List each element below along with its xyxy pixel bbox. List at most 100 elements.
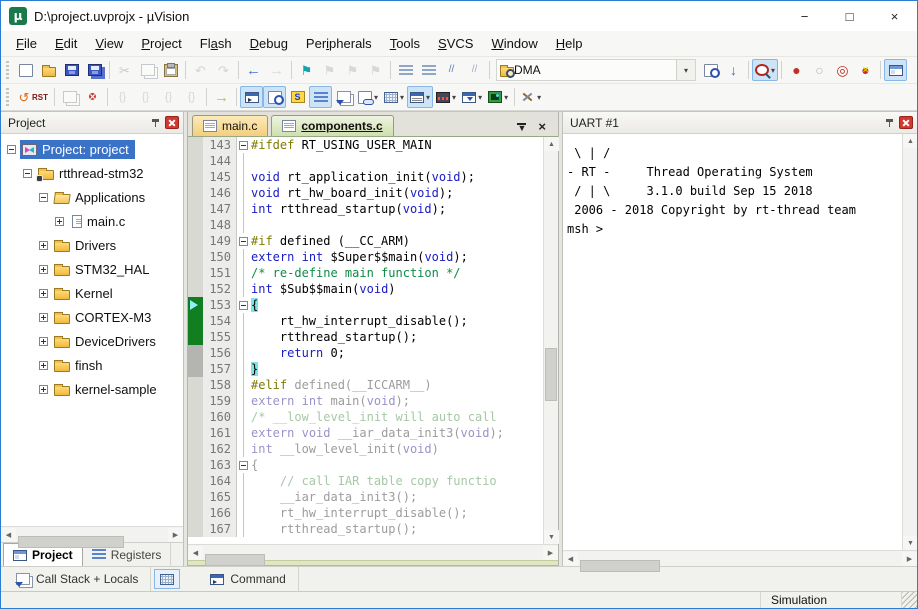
code-line[interactable]: 167 rtthread_startup(); <box>188 521 543 537</box>
toolbar-drag-handle[interactable] <box>6 88 9 106</box>
close-document-icon[interactable]: × <box>538 122 546 132</box>
save-all-button[interactable] <box>83 59 106 81</box>
scroll-down-arrow-icon[interactable]: ▼ <box>903 536 918 550</box>
code-line[interactable]: 146void rt_hw_board_init(void); <box>188 185 543 201</box>
insert-bookmark-button[interactable]: ⚑ <box>295 59 318 81</box>
navigate-forward-button[interactable]: → <box>265 59 288 81</box>
code-line[interactable]: 157} <box>188 361 543 377</box>
menu-debug[interactable]: Debug <box>241 33 297 54</box>
breakpoint-gutter[interactable] <box>188 393 203 409</box>
breakpoint-gutter[interactable] <box>188 377 203 393</box>
panel-close-icon[interactable] <box>165 116 179 129</box>
code-line[interactable]: 163{ <box>188 457 543 473</box>
step-over-button[interactable]: {} <box>134 86 157 108</box>
scroll-up-arrow-icon[interactable]: ▲ <box>903 134 918 148</box>
code-line[interactable]: 166 rt_hw_interrupt_disable(); <box>188 505 543 521</box>
registers-window-button[interactable] <box>309 86 332 108</box>
memory-window-button[interactable]: ▾ <box>381 86 407 108</box>
collapse-icon[interactable] <box>7 145 16 154</box>
fold-column[interactable] <box>237 185 249 201</box>
memory-window-button[interactable] <box>154 569 180 589</box>
clear-all-bookmarks-button[interactable]: ⚑ <box>364 59 387 81</box>
step-out-button[interactable]: {} <box>157 86 180 108</box>
tree-item[interactable]: rtthread-stm32 <box>1 161 183 185</box>
editor-vscrollbar[interactable]: ▲ ▼ <box>543 137 558 544</box>
uart-vscrollbar[interactable]: ▲ ▼ <box>902 134 917 550</box>
fold-column[interactable] <box>237 169 249 185</box>
fold-column[interactable] <box>237 345 249 361</box>
breakpoint-gutter[interactable] <box>188 473 203 489</box>
breakpoint-gutter[interactable] <box>188 169 203 185</box>
fold-column[interactable] <box>237 441 249 457</box>
breakpoint-gutter[interactable] <box>188 409 203 425</box>
fold-column[interactable] <box>237 153 249 169</box>
code-line[interactable]: 155 rtthread_startup(); <box>188 329 543 345</box>
fold-column[interactable] <box>237 249 249 265</box>
fold-minus-icon[interactable] <box>239 237 248 246</box>
breakpoint-gutter[interactable] <box>188 457 203 473</box>
code-line[interactable]: 150extern int $Super$$main(void); <box>188 249 543 265</box>
fold-column[interactable] <box>237 505 249 521</box>
symbols-window-button[interactable]: S <box>286 86 309 108</box>
tree-item[interactable]: CORTEX-M3 <box>1 305 183 329</box>
scroll-thumb[interactable] <box>18 536 124 548</box>
cut-button[interactable]: ✂ <box>113 59 136 81</box>
tab-components-c[interactable]: components.c <box>271 115 393 136</box>
call-stack-window-button[interactable] <box>332 86 355 108</box>
breakpoint-gutter[interactable] <box>188 425 203 441</box>
fold-column[interactable] <box>237 281 249 297</box>
tree-item[interactable]: Drivers <box>1 233 183 257</box>
code-line[interactable]: 156 return 0; <box>188 345 543 361</box>
menu-flash[interactable]: Flash <box>191 33 241 54</box>
quick-find-button[interactable]: ▾ <box>752 59 778 81</box>
expand-icon[interactable] <box>39 265 48 274</box>
undo-button[interactable]: ↶ <box>189 59 212 81</box>
scroll-track[interactable] <box>903 148 917 536</box>
tree-item[interactable]: STM32_HAL <box>1 257 183 281</box>
configure-tools-button[interactable]: ▾ <box>518 86 544 108</box>
code-line[interactable]: 162int __low_level_init(void) <box>188 441 543 457</box>
tab-command[interactable]: Command <box>198 567 298 591</box>
tree-item[interactable]: finsh <box>1 353 183 377</box>
breakpoint-gutter[interactable] <box>188 153 203 169</box>
scroll-left-arrow-icon[interactable]: ◀ <box>563 552 578 566</box>
menu-view[interactable]: View <box>86 33 132 54</box>
editor-hscrollbar[interactable]: ◀ ▶ <box>188 544 558 560</box>
fold-column[interactable] <box>237 409 249 425</box>
previous-bookmark-button[interactable]: ⚑ <box>318 59 341 81</box>
breakpoint-gutter[interactable] <box>188 297 203 313</box>
maximize-button[interactable]: □ <box>827 1 872 31</box>
tree-item[interactable]: Kernel <box>1 281 183 305</box>
pin-icon[interactable] <box>151 118 160 128</box>
collapse-icon[interactable] <box>39 193 48 202</box>
menu-project[interactable]: Project <box>132 33 190 54</box>
window-list-icon[interactable]: ▼ <box>517 123 526 131</box>
fold-column[interactable] <box>237 137 249 153</box>
serial-window-button[interactable]: ▾ <box>407 86 433 108</box>
breakpoint-gutter[interactable] <box>188 217 203 233</box>
expand-icon[interactable] <box>39 361 48 370</box>
menu-peripherals[interactable]: Peripherals <box>297 33 381 54</box>
breakpoint-gutter[interactable] <box>188 281 203 297</box>
scroll-left-arrow-icon[interactable]: ◀ <box>1 528 16 542</box>
code-line[interactable]: 148 <box>188 217 543 233</box>
code-line[interactable]: 152int $Sub$$main(void) <box>188 281 543 297</box>
fold-column[interactable] <box>237 489 249 505</box>
menu-edit[interactable]: Edit <box>46 33 86 54</box>
code-line[interactable]: 161extern void __iar_data_init3(void); <box>188 425 543 441</box>
command-window-button[interactable] <box>240 86 263 108</box>
breakpoint-gutter[interactable] <box>188 329 203 345</box>
menu-svcs[interactable]: SVCS <box>429 33 482 54</box>
code-line[interactable]: 160/* __low_level_init will auto call <box>188 409 543 425</box>
fold-column[interactable] <box>237 265 249 281</box>
code-line[interactable]: 151/* re-define main function */ <box>188 265 543 281</box>
fold-column[interactable] <box>237 233 249 249</box>
breakpoint-gutter[interactable] <box>188 233 203 249</box>
fold-column[interactable] <box>237 329 249 345</box>
code-line[interactable]: 144 <box>188 153 543 169</box>
tree-item[interactable]: Applications <box>1 185 183 209</box>
fold-column[interactable] <box>237 457 249 473</box>
find-input[interactable] <box>514 63 676 77</box>
step-button[interactable]: {} <box>111 86 134 108</box>
menu-help[interactable]: Help <box>547 33 592 54</box>
